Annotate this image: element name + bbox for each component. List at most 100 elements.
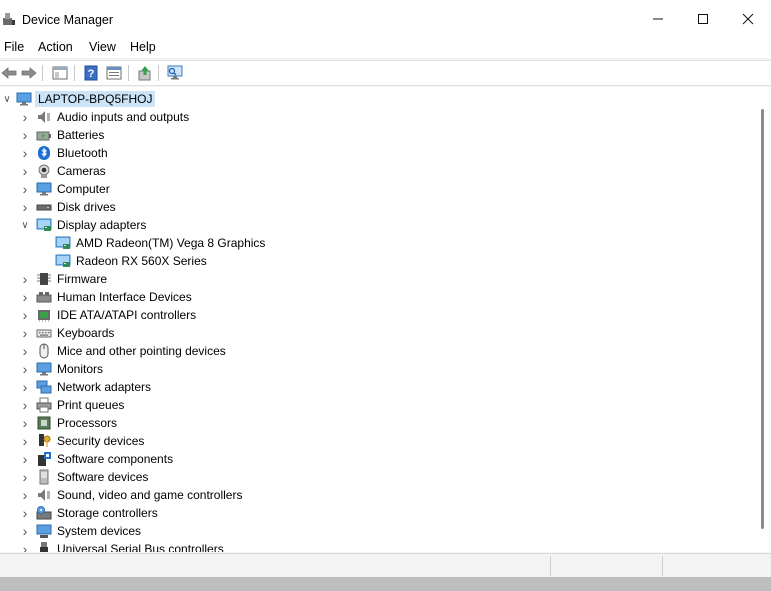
tree-category-software-components[interactable]: › Software components — [0, 450, 752, 468]
collapse-chevron-icon[interactable]: ∨ — [18, 216, 32, 234]
battery-icon — [36, 127, 52, 143]
tree-device-radeon-rx-560x-series[interactable]: Radeon RX 560X Series — [0, 252, 752, 270]
tree-category-firmware[interactable]: › Firmware — [0, 270, 752, 288]
printer-icon — [36, 397, 52, 413]
tree-category-audio-inputs-and-outputs[interactable]: › Audio inputs and outputs — [0, 108, 752, 126]
tree-category-display-adapters[interactable]: ∨ Display adapters — [0, 216, 752, 234]
monitor-icon — [36, 361, 52, 377]
tree-root-row[interactable]: ∨ LAPTOP-BPQ5FHOJ — [0, 90, 752, 108]
tree-root-label: LAPTOP-BPQ5FHOJ — [35, 91, 156, 107]
expand-chevron-icon[interactable]: › — [18, 162, 32, 180]
menu-view[interactable]: View — [88, 40, 117, 54]
expand-chevron-icon[interactable]: › — [18, 540, 32, 552]
vertical-scrollbar[interactable] — [752, 87, 771, 552]
expand-chevron-icon[interactable]: › — [18, 396, 32, 414]
tree-item-label: Monitors — [57, 362, 104, 376]
security-key-icon — [36, 433, 52, 449]
computer-root-icon — [16, 91, 32, 107]
expand-chevron-icon[interactable]: › — [18, 504, 32, 522]
tree-category-software-devices[interactable]: › Software devices — [0, 468, 752, 486]
tree-category-batteries[interactable]: › Batteries — [0, 126, 752, 144]
expand-chevron-icon[interactable]: › — [18, 414, 32, 432]
expand-chevron-icon[interactable]: › — [18, 144, 32, 162]
expand-chevron-icon[interactable]: › — [18, 360, 32, 378]
chip-icon — [36, 271, 52, 287]
tree-item-label: Bluetooth — [57, 146, 108, 160]
background-band — [0, 577, 771, 591]
status-bar — [0, 553, 771, 578]
tree-category-monitors[interactable]: › Monitors — [0, 360, 752, 378]
tree-category-disk-drives[interactable]: › Disk drives — [0, 198, 752, 216]
toolbar-separator — [42, 65, 43, 81]
controller-icon — [36, 307, 52, 323]
tree-item-label: Storage controllers — [57, 506, 158, 520]
update-driver-button[interactable] — [136, 64, 154, 82]
tree-item-label: Universal Serial Bus controllers — [57, 542, 224, 552]
expand-chevron-icon[interactable]: › — [18, 288, 32, 306]
tree-category-human-interface-devices[interactable]: › Human Interface Devices — [0, 288, 752, 306]
tree-category-system-devices[interactable]: › System devices — [0, 522, 752, 540]
tree-category-bluetooth[interactable]: › Bluetooth — [0, 144, 752, 162]
tree-category-computer[interactable]: › Computer — [0, 180, 752, 198]
tree-category-network-adapters[interactable]: › Network adapters — [0, 378, 752, 396]
tree-item-label: Audio inputs and outputs — [57, 110, 190, 124]
tree-category-sound-video-and-game-controllers[interactable]: › Sound, video and game controllers — [0, 486, 752, 504]
title-bar[interactable]: Device Manager — [0, 0, 771, 38]
expand-chevron-icon[interactable]: › — [18, 108, 32, 126]
maximize-button[interactable] — [680, 0, 726, 38]
usb-icon — [36, 541, 52, 552]
minimize-button[interactable] — [635, 0, 681, 38]
expand-chevron-icon[interactable]: › — [18, 306, 32, 324]
tree-item-label: Software devices — [57, 470, 149, 484]
toolbar-separator — [128, 65, 129, 81]
tree-item-label: AMD Radeon(TM) Vega 8 Graphics — [76, 236, 266, 250]
tree-item-label: Firmware — [57, 272, 107, 286]
scan-hardware-button[interactable] — [166, 64, 184, 82]
tree-item-label: Radeon RX 560X Series — [76, 254, 207, 268]
tree-category-mice-and-other-pointing-devices[interactable]: › Mice and other pointing devices — [0, 342, 752, 360]
tree-category-cameras[interactable]: › Cameras — [0, 162, 752, 180]
properties-button[interactable] — [105, 64, 123, 82]
expand-chevron-icon[interactable]: › — [18, 126, 32, 144]
back-button[interactable] — [0, 64, 18, 82]
tree-device-amd-radeon-tm-vega-8-graphics[interactable]: AMD Radeon(TM) Vega 8 Graphics — [0, 234, 752, 252]
menu-help[interactable]: Help — [129, 40, 157, 54]
close-button[interactable] — [725, 0, 771, 38]
tree-category-keyboards[interactable]: › Keyboards — [0, 324, 752, 342]
help-button[interactable]: ? — [82, 64, 100, 82]
software-device-icon — [36, 469, 52, 485]
window-title: Device Manager — [22, 13, 114, 27]
expand-chevron-icon[interactable]: › — [18, 270, 32, 288]
tree-item-label: Sound, video and game controllers — [57, 488, 243, 502]
expand-chevron-icon[interactable]: › — [18, 486, 32, 504]
expand-chevron-icon[interactable]: › — [18, 378, 32, 396]
system-icon — [36, 523, 52, 539]
tree-category-storage-controllers[interactable]: › Storage controllers — [0, 504, 752, 522]
tree-category-print-queues[interactable]: › Print queues — [0, 396, 752, 414]
expand-chevron-icon[interactable]: › — [18, 468, 32, 486]
expand-chevron-icon[interactable]: › — [18, 324, 32, 342]
scrollbar-thumb[interactable] — [761, 109, 764, 529]
toolbar: ? — [0, 60, 771, 86]
expand-chevron-icon[interactable]: › — [18, 522, 32, 540]
expand-chevron-icon[interactable]: › — [18, 198, 32, 216]
forward-button[interactable] — [20, 64, 38, 82]
expand-chevron-icon[interactable]: › — [18, 432, 32, 450]
expand-chevron-icon[interactable]: › — [18, 450, 32, 468]
menu-file[interactable]: File — [3, 40, 25, 54]
tree-item-label: Batteries — [57, 128, 105, 142]
display-adapter-icon — [36, 217, 52, 233]
tree-category-ide-ata-atapi-controllers[interactable]: › IDE ATA/ATAPI controllers — [0, 306, 752, 324]
menu-action[interactable]: Action — [37, 40, 74, 54]
collapse-chevron-icon[interactable]: ∨ — [0, 90, 14, 108]
expand-chevron-icon[interactable]: › — [18, 342, 32, 360]
tree-category-processors[interactable]: › Processors — [0, 414, 752, 432]
tree-category-security-devices[interactable]: › Security devices — [0, 432, 752, 450]
update-driver-icon — [138, 66, 151, 81]
tree-category-universal-serial-bus-controllers[interactable]: › Universal Serial Bus controllers — [0, 540, 752, 552]
tree-item-label: Security devices — [57, 434, 145, 448]
show-hide-console-tree-button[interactable] — [51, 64, 69, 82]
network-icon — [36, 379, 52, 395]
tree-item-label: Computer — [57, 182, 110, 196]
expand-chevron-icon[interactable]: › — [18, 180, 32, 198]
